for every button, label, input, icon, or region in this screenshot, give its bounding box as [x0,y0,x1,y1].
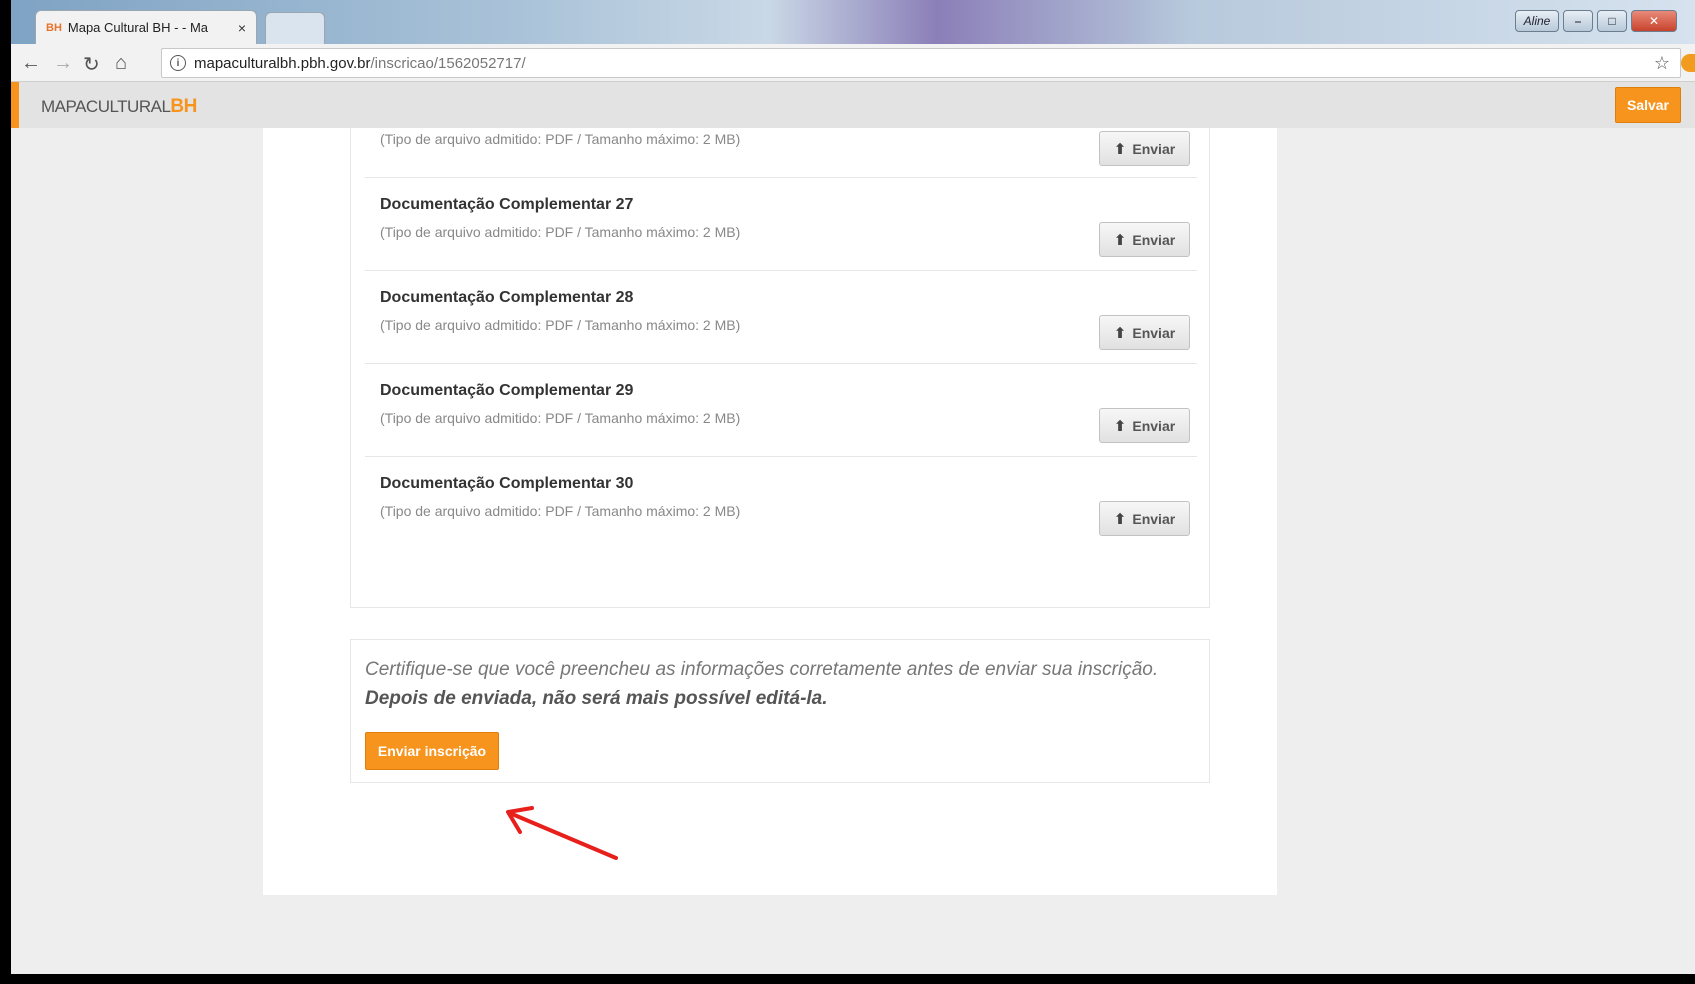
tab-title: Mapa Cultural BH - - Ma [67,20,209,35]
window-controls: Aline ⎯ □ ✕ [1515,10,1677,32]
minimize-icon[interactable]: ⎯ [1563,10,1593,32]
logo[interactable]: MAPACULTURALBH [41,96,197,118]
upload-icon: ⬆ [1113,231,1127,249]
registration-card: (Tipo de arquivo admitido: PDF / Tamanho… [263,128,1277,895]
confirmation-text: Certifique-se que você preencheu as info… [365,659,1159,680]
favicon: BH [46,21,62,34]
upload-button[interactable]: ⬆ Enviar [1099,315,1190,350]
browser-toolbar: ← → ↻ ⌂ i mapaculturalbh.pbh.gov.br /ins… [11,44,1695,82]
document-row: Documentação Complementar 27 (Tipo de ar… [365,178,1197,271]
document-row: Documentação Complementar 29 (Tipo de ar… [365,364,1197,457]
extension-icon[interactable] [1681,54,1695,72]
screen: BH Mapa Cultural BH - - Ma × Aline ⎯ □ ✕… [0,0,1695,984]
confirmation-message: Certifique-se que você preencheu as info… [365,655,1195,713]
info-icon[interactable]: i [170,55,186,71]
upload-button[interactable]: ⬆ Enviar [1099,222,1190,257]
user-profile-button[interactable]: Aline [1515,10,1559,32]
bookmark-star-icon[interactable]: ☆ [1654,53,1670,74]
file-hint: (Tipo de arquivo admitido: PDF / Tamanho… [380,224,741,240]
new-tab-button[interactable] [265,12,325,44]
tab-close-icon[interactable]: × [238,20,246,36]
document-row: Documentação Complementar 28 (Tipo de ar… [365,271,1197,364]
documents-section: (Tipo de arquivo admitido: PDF / Tamanho… [350,128,1210,608]
browser-tab[interactable]: BH Mapa Cultural BH - - Ma × [35,10,257,44]
address-bar[interactable]: i mapaculturalbh.pbh.gov.br /inscricao/1… [161,48,1681,78]
close-window-icon[interactable]: ✕ [1631,10,1677,32]
document-title: Documentação Complementar 30 [380,475,634,492]
upload-button-label: Enviar [1132,510,1176,527]
file-hint: (Tipo de arquivo admitido: PDF / Tamanho… [380,317,741,333]
upload-icon: ⬆ [1113,324,1127,342]
upload-icon: ⬆ [1113,510,1127,528]
upload-button-label: Enviar [1132,140,1176,157]
submit-registration-button[interactable]: Enviar inscrição [365,732,499,770]
upload-button[interactable]: ⬆ Enviar [1099,131,1190,166]
document-row: (Tipo de arquivo admitido: PDF / Tamanho… [365,128,1197,178]
back-icon[interactable]: ← [21,52,41,75]
upload-button-label: Enviar [1132,231,1176,248]
upload-icon: ⬆ [1113,140,1127,158]
confirmation-section: Certifique-se que você preencheu as info… [350,639,1210,783]
file-hint: (Tipo de arquivo admitido: PDF / Tamanho… [380,503,741,519]
home-icon[interactable]: ⌂ [115,52,127,75]
save-button[interactable]: Salvar [1615,87,1681,123]
app-header: MAPACULTURALBH Salvar [11,82,1695,128]
url-path: /inscricao/1562052717/ [370,54,526,72]
document-title: Documentação Complementar 29 [380,382,634,399]
file-hint: (Tipo de arquivo admitido: PDF / Tamanho… [380,410,741,426]
document-title: Documentação Complementar 28 [380,289,634,306]
upload-icon: ⬆ [1113,417,1127,435]
upload-button[interactable]: ⬆ Enviar [1099,408,1190,443]
document-title: Documentação Complementar 27 [380,196,634,213]
page-content: (Tipo de arquivo admitido: PDF / Tamanho… [11,128,1695,974]
upload-button-label: Enviar [1132,324,1176,341]
upload-button-label: Enviar [1132,417,1176,434]
red-arrow-icon [506,806,618,860]
logo-accent: BH [170,96,197,117]
document-row: Documentação Complementar 30 (Tipo de ar… [365,457,1197,550]
forward-icon[interactable]: → [53,52,73,75]
browser-titlebar: BH Mapa Cultural BH - - Ma × Aline ⎯ □ ✕ [11,0,1695,44]
maximize-icon[interactable]: □ [1597,10,1627,32]
url-host: mapaculturalbh.pbh.gov.br [194,54,371,72]
reload-icon[interactable]: ↻ [83,52,100,77]
file-hint: (Tipo de arquivo admitido: PDF / Tamanho… [380,131,741,147]
upload-button[interactable]: ⬆ Enviar [1099,501,1190,536]
logo-text: MAPACULTURAL [41,97,171,116]
warning-text: Depois de enviada, não será mais possíve… [365,688,828,709]
